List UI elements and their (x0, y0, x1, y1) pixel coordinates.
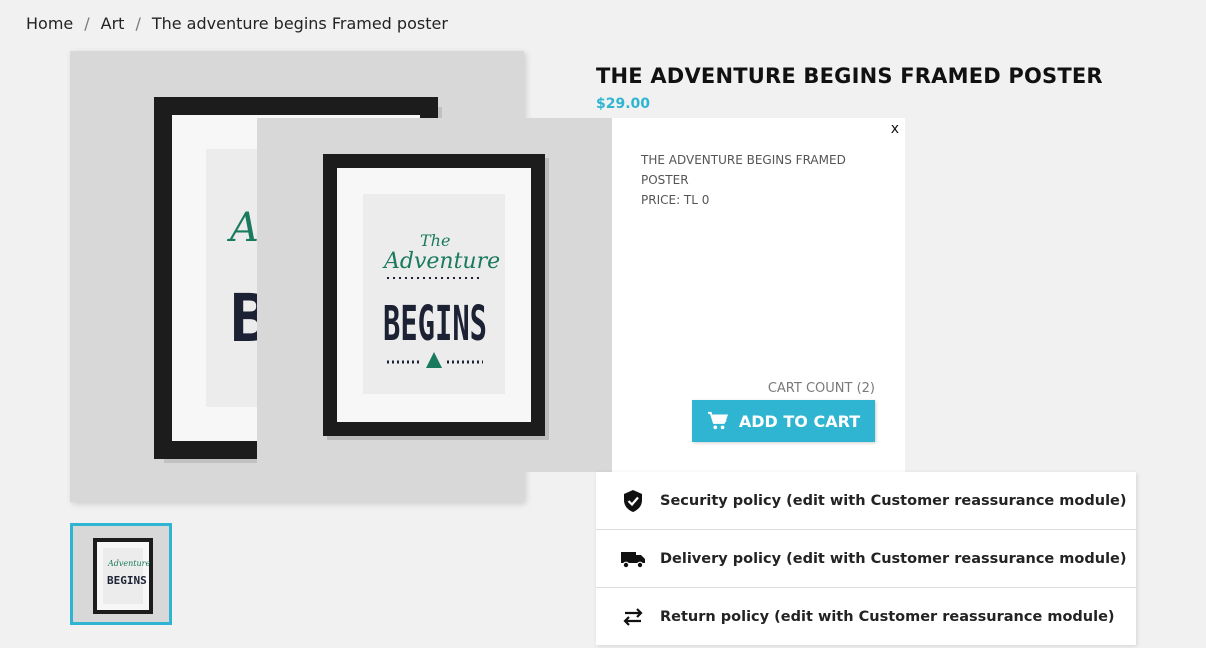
swap-arrows-icon (620, 604, 646, 630)
popup-product-image: The Adventure BEGINS (257, 118, 612, 472)
product-thumbnail[interactable]: Adventure BEGINS (70, 523, 172, 625)
truck-icon (620, 546, 646, 572)
cart-icon (707, 411, 728, 430)
popup-framed-poster: The Adventure BEGINS (323, 154, 549, 440)
popup-product-info: THE ADVENTURE BEGINS FRAMED POSTER PRICE… (641, 150, 871, 210)
add-to-cart-button[interactable]: ADD TO CART (692, 400, 875, 442)
reassurance-label: Return policy (edit with Customer reassu… (660, 608, 1115, 625)
popup-product-name: THE ADVENTURE BEGINS FRAMED POSTER (641, 153, 846, 187)
reassurance-label: Delivery policy (edit with Customer reas… (660, 550, 1127, 567)
add-to-cart-label: ADD TO CART (738, 411, 861, 431)
product-price: $29.00 (596, 96, 651, 112)
reassurance-item-security: Security policy (edit with Customer reas… (596, 472, 1136, 530)
breadcrumb-home-link[interactable]: Home (26, 14, 73, 33)
quick-add-popup: The Adventure BEGINS x THE ADVENTURE BEG… (257, 118, 905, 472)
svg-text:Adventure: Adventure (107, 559, 150, 568)
breadcrumb: Home / Art / The adventure begins Framed… (26, 14, 448, 33)
reassurance-block: Security policy (edit with Customer reas… (596, 472, 1136, 645)
popup-poster-adventure: Adventure (382, 249, 500, 274)
breadcrumb-separator: / (135, 14, 141, 33)
svg-text:BEGINS: BEGINS (107, 574, 147, 587)
shield-check-icon (620, 488, 646, 514)
reassurance-label: Security policy (edit with Customer reas… (660, 492, 1127, 509)
popup-close-button[interactable]: x (891, 121, 899, 137)
thumbnail-image: Adventure BEGINS (93, 538, 153, 614)
reassurance-item-return: Return policy (edit with Customer reassu… (596, 588, 1136, 645)
popup-product-price: PRICE: TL 0 (641, 193, 710, 207)
breadcrumb-current: The adventure begins Framed poster (151, 14, 448, 33)
product-title: THE ADVENTURE BEGINS FRAMED POSTER (596, 64, 1103, 89)
reassurance-item-delivery: Delivery policy (edit with Customer reas… (596, 530, 1136, 588)
popup-poster-begins: BEGINS (383, 296, 487, 352)
cart-count: CART COUNT (2) (767, 381, 875, 396)
popup-poster-the: The (420, 231, 450, 250)
breadcrumb-art-link[interactable]: Art (101, 14, 125, 33)
breadcrumb-separator: / (84, 14, 90, 33)
